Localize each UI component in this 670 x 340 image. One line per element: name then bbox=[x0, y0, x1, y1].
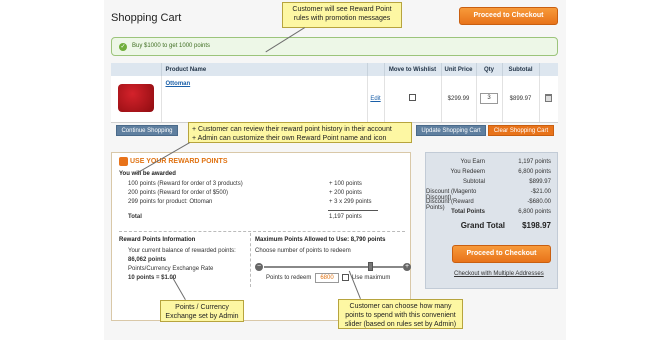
callout-history-and-customization: + Customer can review their reward point… bbox=[188, 122, 412, 143]
cart-table: Product Name Move to Wishlist Unit Price… bbox=[111, 63, 558, 123]
slider-decrease-button[interactable]: − bbox=[255, 263, 263, 271]
callout-exchange-rate: Points / Currency Exchange set by Admin bbox=[160, 300, 244, 322]
gift-icon bbox=[119, 157, 128, 166]
update-shopping-cart-button[interactable]: Update Shopping Cart bbox=[416, 125, 486, 136]
order-summary-panel: You Earn 1,197 points You Redeem 6,800 p… bbox=[425, 152, 558, 289]
use-maximum-label: Use maximum bbox=[352, 275, 391, 281]
summary-reward-discount-value: -$680.00 bbox=[527, 199, 551, 205]
cart-header-row: Product Name Move to Wishlist Unit Price… bbox=[111, 63, 558, 76]
move-to-wishlist-checkbox[interactable] bbox=[409, 94, 416, 102]
summary-earn-value: 1,197 points bbox=[518, 159, 551, 165]
edit-column-header bbox=[367, 63, 385, 76]
summary-redeem-value: 6,800 points bbox=[518, 169, 551, 175]
product-image[interactable] bbox=[117, 83, 154, 112]
callout-slider: Customer can choose how many points to s… bbox=[338, 299, 463, 329]
redeem-label: Points to redeem bbox=[266, 275, 312, 281]
wishlist-cell bbox=[384, 76, 442, 123]
choose-points-label: Choose number of points to redeem bbox=[255, 248, 351, 254]
grand-total-value: $198.97 bbox=[522, 221, 551, 230]
award-total-label: Total bbox=[128, 214, 142, 220]
balance-value: 86,062 points bbox=[128, 257, 167, 263]
image-column-header bbox=[111, 63, 162, 76]
check-icon: ✓ bbox=[119, 43, 127, 51]
summary-redeem-label: You Redeem bbox=[450, 169, 485, 175]
award-line-3-label: 299 points for product: Ottoman bbox=[128, 199, 213, 205]
table-row: Ottoman Edit $299.99 3 $899.97 bbox=[111, 76, 558, 123]
summary-total-points-label: Total Points bbox=[451, 209, 485, 215]
summary-total-points-value: 6,800 points bbox=[518, 209, 551, 215]
remove-cell bbox=[539, 76, 558, 123]
column-product-name: Product Name bbox=[161, 63, 368, 76]
summary-subtotal-label: Subtotal bbox=[462, 179, 485, 185]
column-unit-price: Unit Price bbox=[441, 63, 477, 76]
award-line-2-label: 200 points (Reward for order of $500) bbox=[128, 190, 229, 196]
trash-icon[interactable] bbox=[545, 93, 553, 102]
rate-label: Points/Currency Exchange Rate bbox=[128, 266, 214, 272]
column-qty: Qty bbox=[476, 63, 503, 76]
column-move-to-wishlist: Move to Wishlist bbox=[384, 63, 442, 76]
continue-shopping-button[interactable]: Continue Shopping bbox=[116, 125, 178, 136]
summary-subtotal-value: $899.97 bbox=[529, 179, 551, 185]
reward-title: USE YOUR REWARD POINTS bbox=[130, 158, 228, 165]
callout-customize-line: + Admin can customize their own Reward P… bbox=[192, 135, 387, 142]
award-line-3-value: + 3 x 299 points bbox=[329, 199, 372, 205]
points-slider-handle[interactable] bbox=[368, 262, 374, 271]
max-points-title: Maximum Points Allowed to Use: 8,790 poi… bbox=[255, 237, 386, 243]
qty-input[interactable]: 3 bbox=[480, 93, 498, 105]
grand-total-label: Grand Total bbox=[460, 221, 505, 230]
reward-info-title: Reward Points Information bbox=[119, 237, 196, 243]
qty-cell: 3 bbox=[476, 76, 503, 123]
award-total-value: 1,197 points bbox=[329, 214, 362, 220]
edit-cell: Edit bbox=[367, 76, 385, 123]
points-to-redeem-input[interactable]: 6800 bbox=[315, 273, 339, 283]
clear-shopping-cart-button[interactable]: Clear Shopping Cart bbox=[488, 125, 554, 136]
column-subtotal: Subtotal bbox=[502, 63, 540, 76]
page-title: Shopping Cart bbox=[111, 12, 182, 24]
callout-promotion-rules: Customer will see Reward Point rules wit… bbox=[282, 2, 402, 28]
product-name-link[interactable]: Ottoman bbox=[166, 81, 191, 87]
section-divider bbox=[119, 231, 405, 232]
unit-price-cell: $299.99 bbox=[441, 76, 477, 123]
use-maximum-checkbox[interactable] bbox=[342, 274, 349, 281]
product-image-cell bbox=[111, 76, 162, 123]
proceed-to-checkout-top-button[interactable]: Proceed to Checkout bbox=[459, 7, 558, 25]
rate-value: 10 points = $1.00 bbox=[128, 275, 177, 281]
column-divider bbox=[250, 233, 251, 287]
remove-column-header bbox=[539, 63, 558, 76]
total-divider bbox=[328, 210, 378, 211]
summary-earn-label: You Earn bbox=[460, 159, 485, 165]
summary-magento-discount-value: -$21.00 bbox=[530, 189, 551, 195]
edit-link[interactable]: Edit bbox=[370, 96, 380, 102]
subtotal-cell: $899.97 bbox=[502, 76, 540, 123]
award-line-1-value: + 100 points bbox=[329, 181, 362, 187]
promo-message: Buy $1000 to get 1000 points bbox=[132, 43, 211, 49]
award-line-1-label: 100 points (Reward for order of 3 produc… bbox=[128, 181, 243, 187]
balance-label: Your current balance of rewarded points: bbox=[128, 248, 236, 254]
product-name-cell: Ottoman bbox=[161, 76, 368, 123]
reward-points-panel: USE YOUR REWARD POINTS You will be award… bbox=[111, 152, 411, 321]
proceed-to-checkout-bottom-button[interactable]: Proceed to Checkout bbox=[452, 245, 551, 263]
award-line-2-value: + 200 points bbox=[329, 190, 362, 196]
promo-message-box: ✓ Buy $1000 to get 1000 points bbox=[111, 37, 558, 56]
awarded-heading: You will be awarded bbox=[119, 171, 176, 177]
multiple-addresses-link[interactable]: Checkout with Multiple Addresses bbox=[454, 271, 544, 277]
points-slider-track[interactable] bbox=[264, 266, 403, 268]
slider-increase-button[interactable]: + bbox=[403, 263, 411, 271]
callout-history-line: + Customer can review their reward point… bbox=[192, 126, 392, 133]
